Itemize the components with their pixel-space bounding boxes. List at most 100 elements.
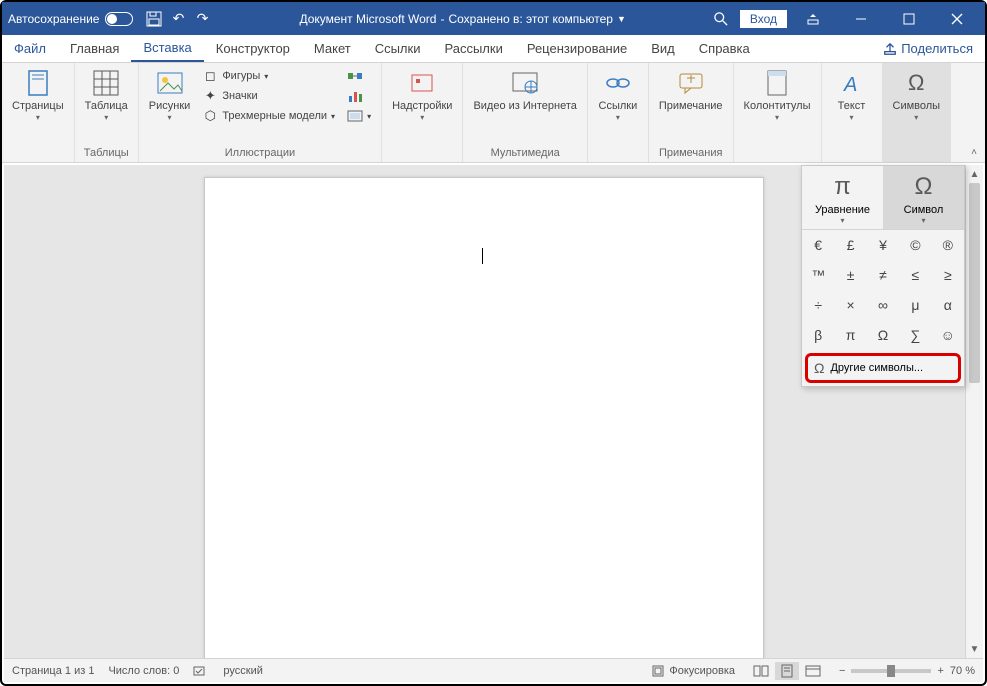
undo-icon[interactable]: ↶ — [169, 10, 187, 28]
symbol-cell[interactable]: × — [834, 290, 866, 320]
signin-button[interactable]: Вход — [740, 10, 787, 28]
redo-icon[interactable]: ↷ — [193, 10, 211, 28]
symbol-cell[interactable]: ∑ — [899, 320, 931, 350]
comment-icon — [675, 67, 707, 99]
print-layout-icon[interactable] — [775, 662, 799, 680]
symbol-cell[interactable]: ® — [932, 230, 964, 260]
chevron-down-icon[interactable]: ▼ — [617, 14, 626, 24]
symbol-cell[interactable]: α — [932, 290, 964, 320]
addins-icon — [406, 67, 438, 99]
document-page[interactable] — [204, 177, 764, 658]
page-indicator[interactable]: Страница 1 из 1 — [12, 665, 94, 677]
chevron-down-icon: ▾ — [104, 113, 108, 122]
focus-mode-button[interactable]: Фокусировка — [651, 664, 735, 678]
read-mode-icon[interactable] — [749, 662, 773, 680]
symbol-cell[interactable]: π — [834, 320, 866, 350]
symbol-cell[interactable]: β — [802, 320, 834, 350]
table-button[interactable]: Таблица ▾ — [81, 65, 132, 124]
word-count[interactable]: Число слов: 0 — [108, 665, 179, 677]
page-icon — [22, 67, 54, 99]
ribbon-tabs: Файл Главная Вставка Конструктор Макет С… — [2, 35, 985, 63]
more-symbols-button[interactable]: Ω Другие символы... — [805, 353, 961, 383]
symbol-cell[interactable]: ≤ — [899, 260, 931, 290]
equation-category[interactable]: π Уравнение ▾ — [802, 166, 883, 229]
links-button[interactable]: Ссылки ▾ — [594, 65, 642, 124]
tab-mailings[interactable]: Рассылки — [432, 35, 514, 62]
symbols-button[interactable]: Ω Символы ▾ — [889, 65, 945, 124]
online-video-button[interactable]: Видео из Интернета — [469, 65, 580, 114]
shapes-button[interactable]: ◻Фигуры▾ — [198, 67, 339, 85]
screenshot-icon — [347, 108, 363, 124]
tab-design[interactable]: Конструктор — [204, 35, 302, 62]
zoom-slider[interactable] — [851, 669, 931, 673]
symbol-cell[interactable]: ± — [834, 260, 866, 290]
symbol-cell[interactable]: € — [802, 230, 834, 260]
pictures-button[interactable]: Рисунки ▾ — [145, 65, 195, 124]
comment-button[interactable]: Примечание — [655, 65, 727, 114]
search-icon[interactable] — [714, 12, 728, 26]
symbol-cell[interactable]: μ — [899, 290, 931, 320]
close-button[interactable] — [935, 2, 979, 35]
scroll-up-icon[interactable]: ▲ — [966, 165, 983, 183]
vertical-scrollbar[interactable]: ▲ ▼ — [965, 165, 983, 658]
tab-layout[interactable]: Макет — [302, 35, 363, 62]
language-indicator[interactable]: русский — [223, 665, 262, 677]
tab-home[interactable]: Главная — [58, 35, 131, 62]
symbol-cell[interactable]: ÷ — [802, 290, 834, 320]
header-footer-button[interactable]: Колонтитулы ▾ — [740, 65, 815, 124]
symbol-cell[interactable]: ™ — [802, 260, 834, 290]
screenshot-button[interactable]: ▾ — [343, 107, 375, 125]
symbol-cell[interactable]: ≥ — [932, 260, 964, 290]
symbol-cell[interactable]: ☺ — [932, 320, 964, 350]
scroll-down-icon[interactable]: ▼ — [966, 640, 983, 658]
tab-insert[interactable]: Вставка — [131, 35, 203, 62]
symbol-cell[interactable]: ¥ — [867, 230, 899, 260]
addins-button[interactable]: Надстройки ▾ — [388, 65, 456, 124]
tab-references[interactable]: Ссылки — [363, 35, 433, 62]
autosave-toggle[interactable] — [105, 12, 133, 26]
symbol-cell[interactable]: ∞ — [867, 290, 899, 320]
smartart-button[interactable] — [343, 67, 375, 85]
symbol-cell[interactable]: Ω — [867, 320, 899, 350]
symbol-cell[interactable]: ≠ — [867, 260, 899, 290]
chart-button[interactable] — [343, 87, 375, 105]
chevron-down-icon: ▾ — [921, 216, 925, 225]
spell-check-icon[interactable] — [193, 664, 209, 678]
collapse-ribbon-icon[interactable]: ˄ — [971, 147, 977, 158]
chart-icon — [347, 88, 363, 104]
autosave-label: Автосохранение — [8, 12, 99, 26]
zoom-out-icon[interactable]: − — [839, 665, 845, 677]
table-icon — [90, 67, 122, 99]
tab-help[interactable]: Справка — [687, 35, 762, 62]
chevron-down-icon: ▾ — [914, 113, 918, 122]
tab-view[interactable]: Вид — [639, 35, 687, 62]
chevron-down-icon: ▾ — [420, 113, 424, 122]
autosave-control[interactable]: Автосохранение — [8, 12, 133, 26]
maximize-button[interactable] — [887, 2, 931, 35]
pages-button[interactable]: Страницы ▾ — [8, 65, 68, 124]
title-bar: Автосохранение ↶ ↷ Документ Microsoft Wo… — [2, 2, 985, 35]
symbol-category[interactable]: Ω Символ ▾ — [883, 166, 964, 229]
zoom-in-icon[interactable]: + — [937, 665, 943, 677]
save-icon[interactable] — [145, 10, 163, 28]
web-layout-icon[interactable] — [801, 662, 825, 680]
shapes-icon: ◻ — [202, 68, 218, 84]
minimize-button[interactable] — [839, 2, 883, 35]
omega-icon: Ω — [904, 170, 944, 204]
text-icon: A — [836, 67, 868, 99]
zoom-control[interactable]: − + 70 % — [839, 665, 975, 677]
symbol-cell[interactable]: © — [899, 230, 931, 260]
ribbon: Страницы ▾ Таблица ▾ Таблицы Рисунки ▾ ◻… — [2, 63, 985, 163]
symbol-cell[interactable]: £ — [834, 230, 866, 260]
tab-review[interactable]: Рецензирование — [515, 35, 639, 62]
icons-button[interactable]: ✦Значки — [198, 87, 339, 105]
text-button[interactable]: A Текст ▾ — [828, 65, 876, 124]
text-cursor — [482, 248, 483, 264]
tab-file[interactable]: Файл — [2, 35, 58, 62]
svg-text:A: A — [843, 74, 857, 95]
scrollbar-thumb[interactable] — [969, 183, 980, 383]
zoom-level[interactable]: 70 % — [950, 665, 975, 677]
3dmodels-button[interactable]: ⬡Трехмерные модели▾ — [198, 107, 339, 125]
share-button[interactable]: Поделиться — [871, 35, 985, 62]
ribbon-display-options-icon[interactable] — [791, 2, 835, 35]
